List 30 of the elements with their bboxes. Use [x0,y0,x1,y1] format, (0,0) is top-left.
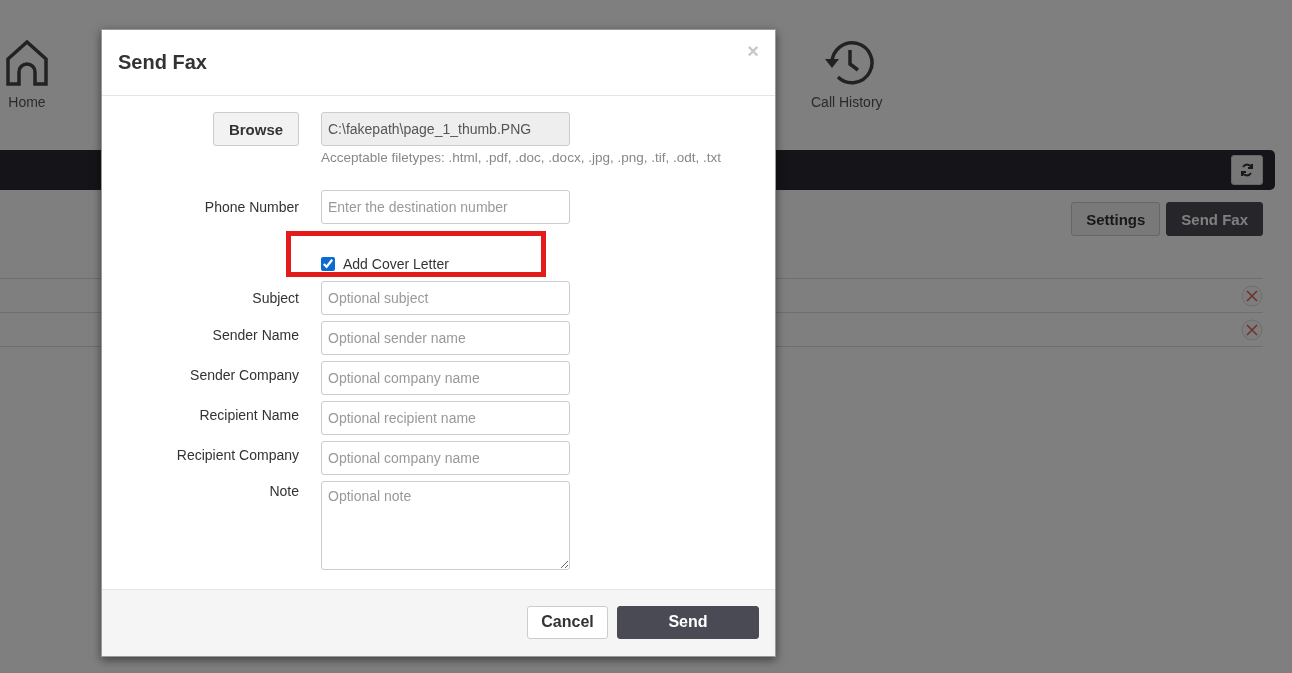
send-button[interactable]: Send [617,605,759,639]
remove-icon[interactable] [1241,318,1263,341]
send-fax-button[interactable]: Send Fax [1166,202,1263,236]
dialog-title: Send Fax [118,51,207,74]
field-label: Phone Number [204,199,299,215]
field-label: Subject [252,290,299,306]
phone-number-field[interactable]: Enter the destination number [321,190,570,224]
browse-button[interactable]: Browse [213,112,299,146]
field-label: Recipient Name [199,407,299,423]
nav-item[interactable]: Call History [811,40,883,112]
cover-letter-checkbox[interactable] [321,257,335,271]
field-label: Recipient Company [176,447,299,463]
text-field[interactable]: Optional company name [321,441,570,475]
field-label: Sender Company [190,367,299,383]
text-field[interactable]: Optional company name [321,361,570,395]
cancel-button[interactable]: Cancel [527,605,608,639]
note-field[interactable]: Optional note [321,481,570,570]
refresh-button[interactable] [1231,155,1263,185]
nav-item[interactable]: Home [5,40,49,112]
checkbox-label: Add Cover Letter [343,256,449,272]
remove-icon[interactable] [1241,284,1263,307]
text-field[interactable]: Optional subject [321,281,570,315]
field-label: Note [269,483,299,499]
text-field[interactable]: Optional recipient name [321,401,570,435]
field-label: Sender Name [212,327,299,343]
settings-button[interactable]: Settings [1071,202,1161,236]
filetypes-hint: Acceptable filetypes: .html, .pdf, .doc, .docx, .jpg, .png, .tif, .odt, .txt [321,150,722,165]
refresh-icon [1240,163,1254,177]
home-icon [5,40,49,86]
text-field[interactable]: Optional sender name [321,321,570,355]
